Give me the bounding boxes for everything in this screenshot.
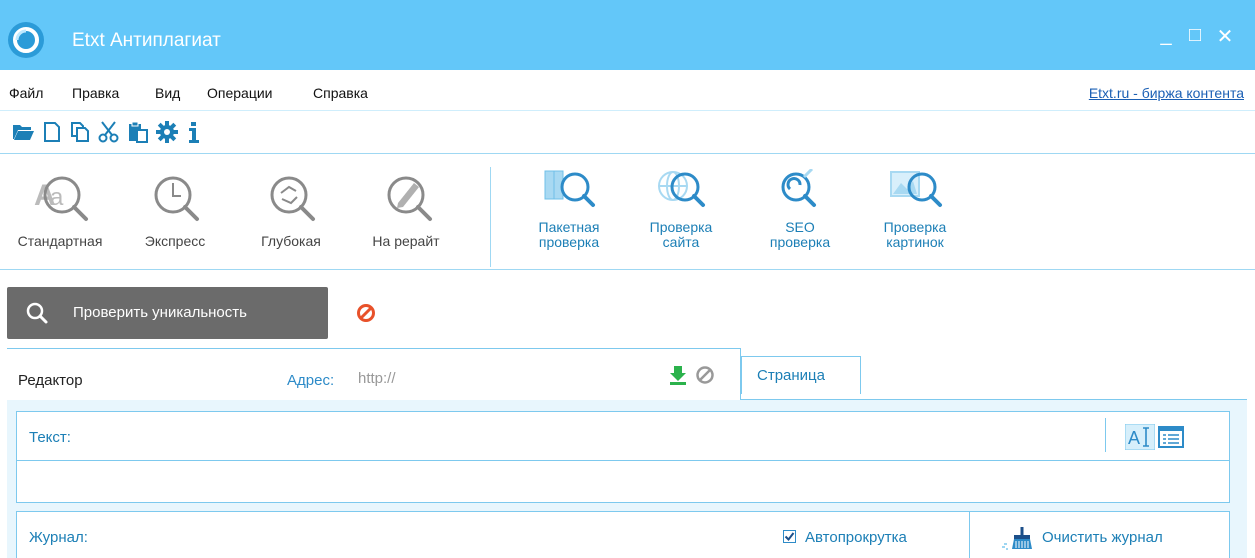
log-panel-separator	[969, 512, 970, 558]
mode-standard-button[interactable]: A a Стандартная	[0, 169, 120, 249]
batch-check-button[interactable]: Пакетная проверка	[524, 169, 614, 250]
text-panel: Текст: A	[16, 411, 1230, 503]
text-panel-divider	[17, 460, 1229, 461]
mode-rewrite-button[interactable]: На рерайт	[356, 169, 456, 249]
seo-check-button[interactable]: SEO проверка	[760, 167, 840, 250]
tab-editor[interactable]: Редактор Адрес:	[7, 348, 741, 400]
mode-express-label: Экспресс	[144, 233, 206, 249]
menu-edit[interactable]: Правка	[72, 85, 119, 101]
font-size-icon[interactable]: A	[1125, 424, 1155, 450]
mode-standard-label: Стандартная	[17, 233, 103, 249]
list-view-icon[interactable]	[1158, 426, 1184, 448]
clock-check-icon	[154, 176, 199, 221]
menu-operations[interactable]: Операции	[207, 85, 273, 101]
new-file-icon[interactable]	[40, 120, 64, 144]
check-uniqueness-label: Проверить уникальность	[73, 304, 247, 321]
check-uniqueness-button[interactable]: Проверить уникальность	[7, 287, 328, 339]
copy-icon[interactable]	[68, 120, 92, 144]
download-icon[interactable]	[668, 364, 688, 386]
menu-file[interactable]: Файл	[9, 85, 43, 101]
menu-view[interactable]: Вид	[155, 85, 180, 101]
cut-icon[interactable]	[97, 120, 121, 144]
log-panel: Журнал: Автопрокрутка Очистить журнал	[16, 511, 1230, 558]
image-check-label-1: Проверка	[883, 219, 947, 235]
app-logo-icon	[8, 22, 44, 58]
search-icon	[26, 302, 48, 324]
standard-check-icon: A a	[34, 176, 88, 221]
batch-check-label-2: проверка	[538, 234, 600, 250]
batch-check-label-1: Пакетная	[538, 219, 600, 235]
rewrite-check-icon	[387, 176, 432, 221]
gear-icon[interactable]	[155, 120, 179, 144]
site-check-button[interactable]: Проверка сайта	[636, 169, 726, 250]
autoscroll-label: Автопрокрутка	[805, 529, 907, 546]
paste-icon[interactable]	[126, 120, 150, 144]
site-check-label-2: сайта	[662, 234, 700, 250]
seo-check-icon	[781, 167, 816, 207]
minimize-button[interactable]: _	[1153, 24, 1179, 47]
image-check-label-2: картинок	[886, 234, 944, 250]
menu-bar: Файл Правка Вид Операции Справка Etxt.ru…	[0, 70, 1255, 110]
mode-deep-label: Глубокая	[261, 233, 321, 249]
site-check-label-1: Проверка	[649, 219, 713, 235]
seo-check-label-1: SEO	[785, 219, 815, 235]
checkbox-checked-icon	[783, 530, 796, 543]
ribbon-divider	[490, 167, 491, 267]
checkmark-icon	[784, 532, 795, 542]
close-button[interactable]: ✕	[1212, 24, 1238, 49]
clear-log-label: Очистить журнал	[1042, 529, 1163, 546]
tab-page[interactable]: Страница	[741, 356, 861, 394]
mode-express-button[interactable]: Экспресс	[130, 169, 220, 249]
menu-help[interactable]: Справка	[313, 85, 368, 101]
title-bar: Etxt Антиплагиат _ □ ✕	[0, 0, 1255, 70]
text-panel-separator	[1105, 418, 1106, 452]
address-label: Адрес:	[287, 372, 335, 389]
globe-check-icon	[658, 171, 705, 207]
tab-page-label: Страница	[757, 367, 825, 384]
mode-deep-button[interactable]: Глубокая	[246, 169, 336, 249]
etxt-exchange-link[interactable]: Etxt.ru - биржа контента	[1089, 85, 1244, 101]
image-check-button[interactable]: Проверка картинок	[870, 169, 960, 250]
seo-check-label-2: проверка	[769, 234, 831, 250]
ribbon: A a Стандартная Экспресс Глубокая На рер…	[0, 155, 1255, 270]
stop-icon[interactable]	[356, 303, 376, 323]
maximize-button[interactable]: □	[1182, 24, 1208, 47]
svg-text:A: A	[1128, 428, 1140, 448]
folder-open-icon[interactable]	[11, 120, 35, 144]
toolbar	[0, 110, 1255, 154]
tab-editor-label: Редактор	[18, 372, 83, 389]
info-icon[interactable]	[182, 120, 206, 144]
log-panel-title: Журнал:	[29, 529, 88, 546]
address-input[interactable]	[349, 360, 659, 396]
broom-icon	[1002, 527, 1032, 550]
clear-address-icon[interactable]	[695, 365, 715, 385]
image-check-icon	[890, 171, 942, 207]
window-title: Etxt Антиплагиат	[72, 30, 221, 51]
mode-rewrite-label: На рерайт	[372, 233, 440, 249]
batch-check-icon	[544, 170, 595, 207]
deep-check-icon	[270, 176, 315, 221]
text-panel-title: Текст:	[29, 429, 71, 446]
